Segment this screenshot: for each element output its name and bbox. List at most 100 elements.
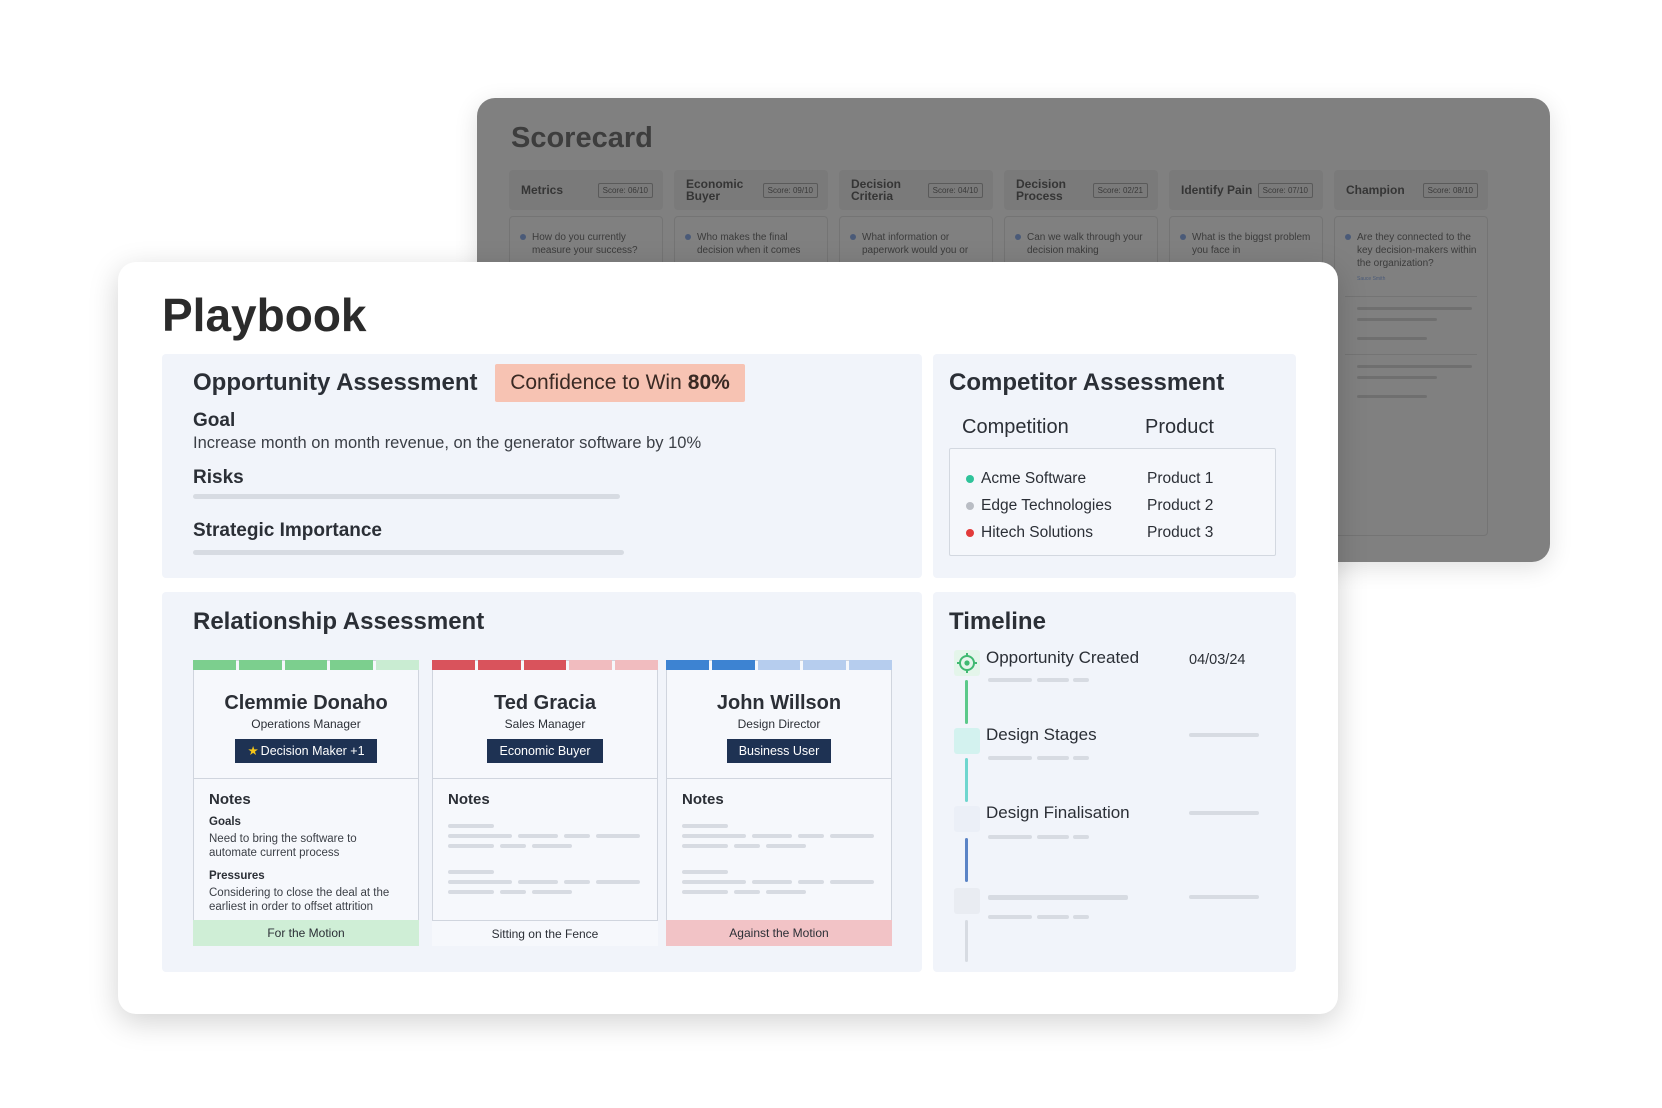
goal-text: Increase month on month revenue, on the … <box>193 434 702 452</box>
placeholder-line <box>988 915 1032 919</box>
score-badge: Score: 06/10 <box>597 182 653 198</box>
goals-heading: Goals <box>209 816 241 828</box>
timeline-item-label[interactable]: Design Finalisation <box>986 803 1130 823</box>
divider <box>1345 296 1477 297</box>
placeholder-line <box>448 890 642 894</box>
dot-icon <box>966 474 974 483</box>
pressures-text: Considering to close the deal at the ear… <box>209 887 390 913</box>
competitor-product: Product 1 <box>1147 469 1214 487</box>
scorecard-column-header: Economic Buyer Score: 09/10 <box>674 170 828 210</box>
playbook-window: Playbook Opportunity Assessment Confiden… <box>118 262 1338 1014</box>
timeline-item-label[interactable]: Design Stages <box>986 725 1097 745</box>
timeline-panel: Timeline Opportunity Created 04/03/24 De… <box>933 592 1296 972</box>
goal-heading: Goal <box>193 410 236 431</box>
placeholder-line <box>1357 337 1427 340</box>
confidence-label: Confidence to Win <box>510 371 682 394</box>
scorecard-question[interactable]: What information or paperwork would you … <box>850 231 982 257</box>
placeholder-line <box>448 824 642 828</box>
dot-icon <box>1015 234 1021 240</box>
role-badge[interactable]: ★ Decision Maker +1 <box>235 739 377 763</box>
timeline-connector <box>965 758 968 802</box>
contact-name: John Willson <box>716 692 842 714</box>
competitor-name: Edge Technologies <box>981 496 1112 514</box>
notes-title: Notes <box>448 791 490 808</box>
placeholder-line <box>682 880 876 884</box>
dot-icon <box>1180 234 1186 240</box>
panel-title: Competitor Assessment <box>949 369 1225 396</box>
score-badge: Score: 07/10 <box>1257 182 1313 198</box>
timeline-item-label[interactable]: Opportunity Created <box>986 648 1139 668</box>
dot-icon <box>685 234 691 240</box>
placeholder-line <box>682 844 876 848</box>
placeholder-line <box>1073 678 1089 682</box>
notes-title: Notes <box>209 791 251 808</box>
scorecard-question[interactable]: How do you currently measure your succes… <box>520 231 652 257</box>
dot-icon <box>1345 234 1351 240</box>
score-badge: Score: 02/21 <box>1092 182 1148 198</box>
pressures-heading: Pressures <box>209 870 265 882</box>
sentiment-stripe <box>666 660 892 670</box>
timeline-marker <box>954 650 980 676</box>
role-badge[interactable]: Business User <box>726 739 832 763</box>
star-icon: ★ <box>247 744 259 758</box>
stance-footer: Sitting on the Fence <box>432 920 658 946</box>
timeline-marker <box>954 728 980 754</box>
timeline-marker <box>954 806 980 832</box>
placeholder-line <box>1037 678 1069 682</box>
scorecard-question[interactable]: Who makes the final decision when it com… <box>685 231 817 257</box>
placeholder-line <box>1189 733 1259 737</box>
scorecard-column-header: Identify Pain Score: 07/10 <box>1169 170 1323 210</box>
table-row[interactable]: Hitech Solutions Product 3 <box>950 519 1275 546</box>
placeholder-line <box>988 756 1032 760</box>
role-badge[interactable]: Economic Buyer <box>487 739 603 763</box>
scorecard-column-header: Champion Score: 08/10 <box>1334 170 1488 210</box>
placeholder-line <box>988 895 1128 900</box>
scorecard-column-label: Decision Process <box>1016 177 1067 203</box>
scorecard-question[interactable]: What is the biggst problem you face in <box>1180 231 1312 257</box>
placeholder-line <box>1357 307 1472 310</box>
placeholder-line <box>988 678 1032 682</box>
competitor-product: Product 3 <box>1147 523 1214 541</box>
placeholder-line <box>1189 895 1259 899</box>
scorecard-question[interactable]: Are they connected to the key decision-m… <box>1345 231 1477 270</box>
contact-card[interactable]: Ted Gracia Sales Manager Economic Buyer … <box>432 660 658 946</box>
scorecard-question[interactable]: Can we walk through your decision making <box>1015 231 1147 257</box>
scorecard-column-label: Economic Buyer <box>686 177 744 203</box>
placeholder-line <box>682 870 876 874</box>
confidence-badge: Confidence to Win 80% <box>495 364 745 402</box>
competitor-product: Product 2 <box>1147 496 1214 514</box>
stance-footer: Against the Motion <box>666 920 892 946</box>
competitor-name: Hitech Solutions <box>981 523 1094 541</box>
scorecard-column-header: Decision Process Score: 02/21 <box>1004 170 1158 210</box>
question-owner: Sauce Smith <box>1357 276 1386 282</box>
timeline-item-date: 04/03/24 <box>1189 652 1246 668</box>
placeholder-line <box>682 824 876 828</box>
strategic-importance-placeholder <box>193 550 624 555</box>
placeholder-line <box>448 870 642 874</box>
placeholder-line <box>1037 756 1069 760</box>
scorecard-column-header: Decision Criteria Score: 04/10 <box>839 170 993 210</box>
competitor-table: Acme Software Product 1 Edge Technologie… <box>949 448 1276 556</box>
placeholder-line <box>1357 395 1427 398</box>
column-header-product: Product <box>1145 416 1214 438</box>
timeline-connector <box>965 920 968 962</box>
placeholder-line <box>1357 318 1437 321</box>
relationship-assessment-panel: Relationship Assessment Clemmie Donaho O… <box>162 592 922 972</box>
notes-section: Notes <box>433 779 657 894</box>
contact-card[interactable]: Clemmie Donaho Operations Manager ★ Decis… <box>193 660 419 946</box>
strategic-importance-heading: Strategic Importance <box>193 520 382 541</box>
table-row[interactable]: Edge Technologies Product 2 <box>950 492 1275 519</box>
scorecard-column-header: Metrics Score: 06/10 <box>509 170 663 210</box>
contact-card[interactable]: John Willson Design Director Business Us… <box>666 660 892 946</box>
scorecard-column-champion[interactable]: Champion Score: 08/10 Are they connected… <box>1334 170 1488 536</box>
placeholder-line <box>1357 376 1437 379</box>
score-badge: Score: 08/10 <box>1422 182 1478 198</box>
dot-icon <box>966 528 974 537</box>
page-title: Playbook <box>162 289 367 341</box>
risks-placeholder <box>193 494 620 499</box>
dot-icon <box>850 234 856 240</box>
scorecard-title: Scorecard <box>511 122 653 154</box>
table-row[interactable]: Acme Software Product 1 <box>950 465 1275 492</box>
timeline-connector <box>965 838 968 882</box>
placeholder-line <box>682 834 876 838</box>
